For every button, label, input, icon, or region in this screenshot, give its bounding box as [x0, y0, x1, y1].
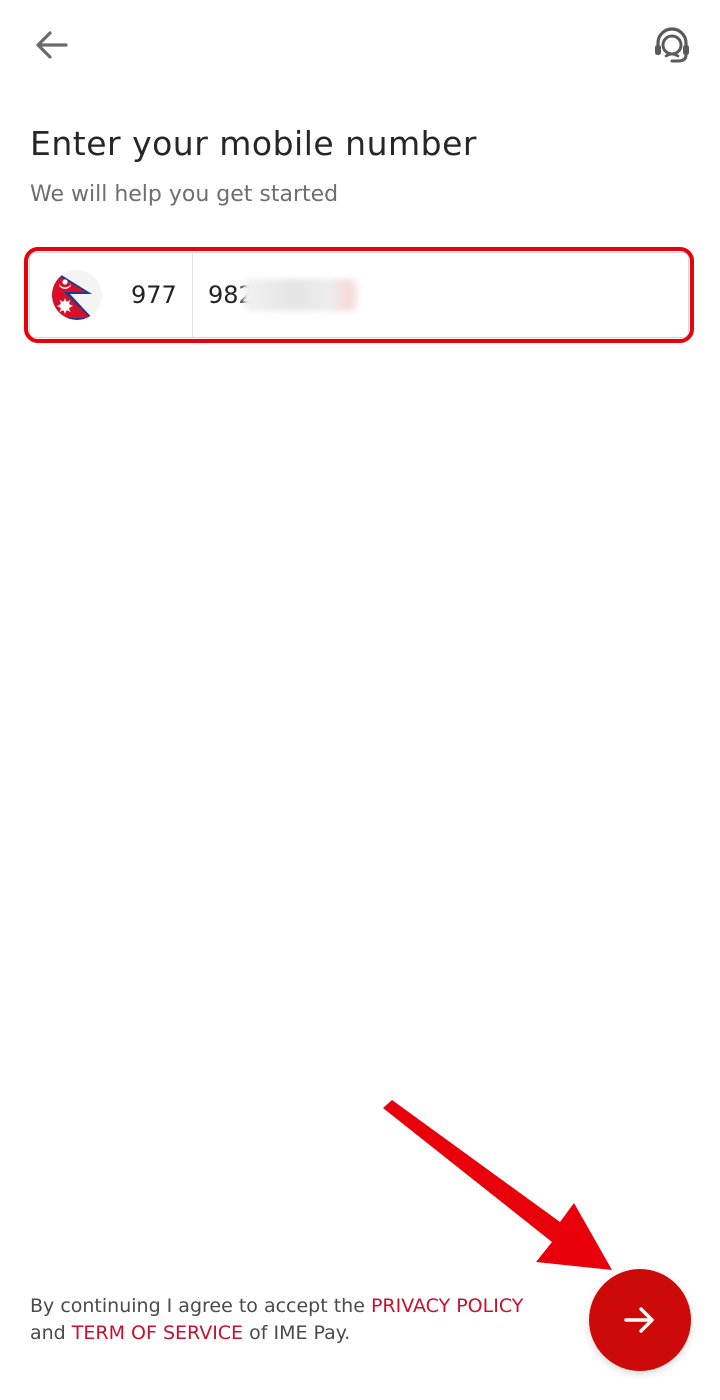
privacy-policy-link[interactable]: PRIVACY POLICY [371, 1295, 523, 1317]
phone-number-field[interactable] [193, 253, 688, 337]
arrow-left-icon [36, 31, 68, 59]
terms-prefix: By continuing I agree to accept the [30, 1295, 371, 1317]
next-button[interactable] [589, 1269, 691, 1371]
country-code-selector[interactable]: 977 [30, 253, 193, 337]
annotation-arrow [383, 1100, 612, 1270]
headset-support-icon [655, 27, 689, 63]
dial-code: 977 [131, 281, 177, 309]
nepal-flag-icon [52, 270, 102, 320]
back-button[interactable] [24, 22, 80, 68]
arrow-right-icon [624, 1307, 654, 1333]
page-title: Enter your mobile number [30, 124, 477, 163]
term-of-service-link[interactable]: TERM OF SERVICE [72, 1322, 243, 1344]
top-bar [0, 0, 720, 90]
terms-and: and [30, 1322, 72, 1344]
redacted-digits [243, 279, 358, 311]
terms-text: By continuing I agree to accept the PRIV… [30, 1293, 590, 1347]
phone-input-row: 977 [29, 252, 689, 338]
support-button[interactable] [644, 20, 700, 70]
terms-suffix: of IME Pay. [243, 1322, 351, 1344]
page-subtitle: We will help you get started [30, 182, 339, 207]
